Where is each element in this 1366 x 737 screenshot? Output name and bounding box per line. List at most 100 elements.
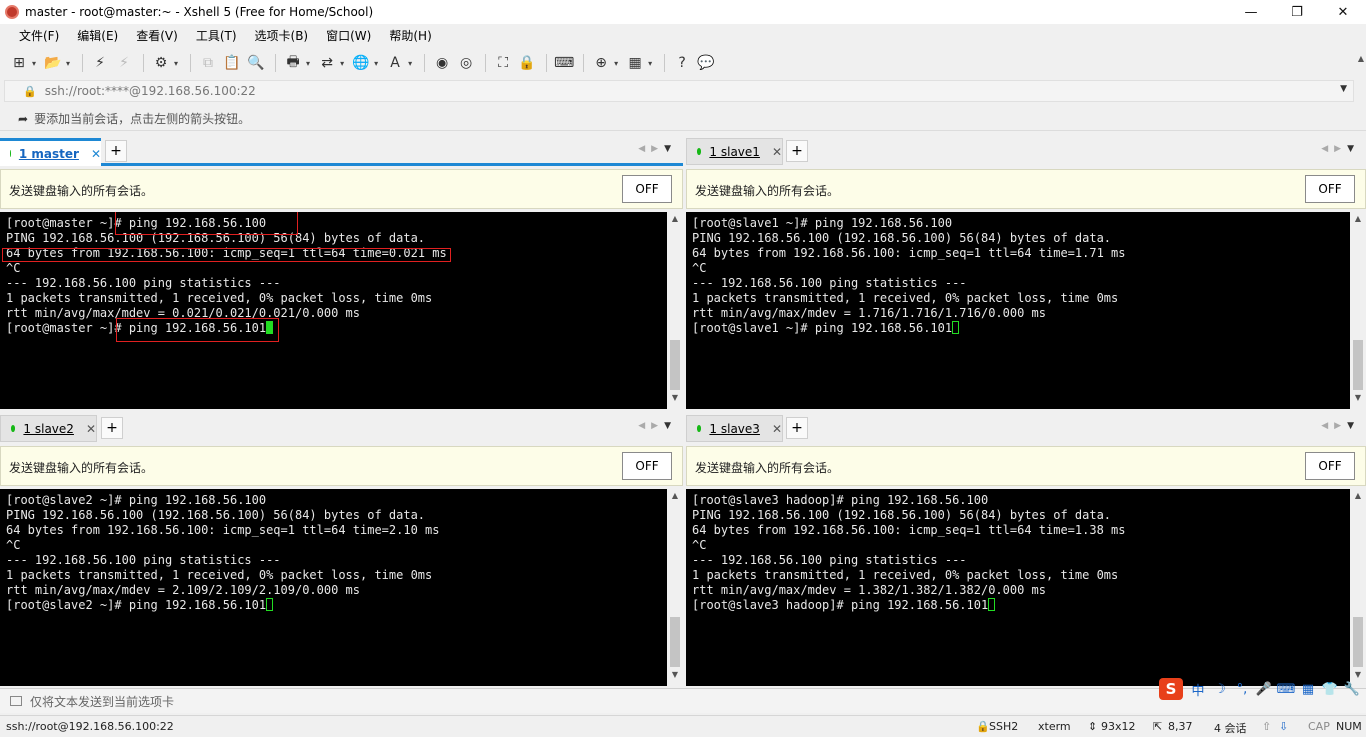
close-tab-icon[interactable]: ✕ xyxy=(86,422,96,436)
add-tab-button[interactable]: + xyxy=(786,140,808,162)
sogou-logo-icon[interactable]: S xyxy=(1159,678,1183,700)
scroll-thumb[interactable] xyxy=(670,340,680,390)
keyboard-icon[interactable]: ⌨ xyxy=(1275,682,1297,697)
tab-scroll-controls[interactable]: ◀▶▼ xyxy=(1321,421,1360,431)
tab-scroll-controls[interactable]: ◀▶▼ xyxy=(1321,144,1360,154)
print-icon[interactable]: 🖶 xyxy=(282,52,304,74)
print-dropdown-icon[interactable]: ▾ xyxy=(306,59,310,68)
scroll-thumb[interactable] xyxy=(1353,340,1363,390)
menu-tabs[interactable]: 选项卡(B) xyxy=(246,27,318,44)
send-all-off-button[interactable]: OFF xyxy=(1305,175,1355,203)
fullscreen-icon[interactable]: ⛶ xyxy=(492,52,514,74)
menu-file[interactable]: 文件(F) xyxy=(10,27,68,44)
maximize-button[interactable]: ❐ xyxy=(1274,0,1320,24)
font-icon[interactable]: A xyxy=(384,52,406,74)
moon-icon[interactable]: ☽ xyxy=(1209,682,1231,697)
close-tab-icon[interactable]: ✕ xyxy=(772,145,782,159)
scroll-down-icon[interactable]: ▼ xyxy=(667,670,683,684)
address-bar[interactable]: 🔒 ssh://root:****@192.168.56.100:22 ▼ xyxy=(4,80,1354,102)
send-all-off-button[interactable]: OFF xyxy=(622,175,672,203)
transfer-icon[interactable]: ⇄ xyxy=(316,52,338,74)
menu-tools[interactable]: 工具(T) xyxy=(187,27,246,44)
session-up-icon[interactable]: ⇧ xyxy=(1262,720,1271,733)
scroll-up-icon[interactable]: ▲ xyxy=(1350,214,1366,228)
minimize-button[interactable]: — xyxy=(1228,0,1274,24)
add-tab-button[interactable]: + xyxy=(101,417,123,439)
send-all-off-button[interactable]: OFF xyxy=(1305,452,1355,480)
session-down-icon[interactable]: ⇩ xyxy=(1279,720,1288,733)
scroll-thumb[interactable] xyxy=(670,617,680,667)
xmanager-icon[interactable]: ◎ xyxy=(455,52,477,74)
terminal-output[interactable]: [root@slave3 hadoop]# ping 192.168.56.10… xyxy=(686,489,1350,686)
scroll-down-icon[interactable]: ▼ xyxy=(1350,393,1366,407)
reconnect-icon[interactable]: ⚡ xyxy=(89,52,111,74)
toolbar-scroll-up-icon[interactable]: ▲ xyxy=(1358,54,1364,63)
scroll-up-icon[interactable]: ▲ xyxy=(667,491,683,505)
microphone-icon[interactable]: 🎤 xyxy=(1253,682,1275,697)
compose-icon[interactable] xyxy=(10,696,22,706)
tab-slave1[interactable]: 1 slave1 ✕ xyxy=(686,138,783,165)
scroll-down-icon[interactable]: ▼ xyxy=(667,393,683,407)
arrow-pointer-icon[interactable]: ➦ xyxy=(18,112,28,126)
keyboard-icon[interactable]: ⌨ xyxy=(553,52,575,74)
open-folder-icon[interactable]: 📂 xyxy=(42,52,64,74)
help-icon[interactable]: ? xyxy=(671,52,693,74)
close-tab-icon[interactable]: ✕ xyxy=(772,422,782,436)
encoding-dropdown-icon[interactable]: ▾ xyxy=(374,59,378,68)
properties-icon[interactable]: ⚙ xyxy=(150,52,172,74)
terminal-line: [root@master ~]# ping 192.168.56.100 xyxy=(6,216,267,230)
tab-scroll-controls[interactable]: ◀▶▼ xyxy=(638,421,677,431)
add-tab-button[interactable]: + xyxy=(786,417,808,439)
close-button[interactable]: ✕ xyxy=(1320,0,1366,24)
open-dropdown-icon[interactable]: ▾ xyxy=(66,59,70,68)
tab-slave3[interactable]: 1 slave3 ✕ xyxy=(686,415,783,442)
punctuation-icon[interactable]: °, xyxy=(1231,682,1253,697)
tab-scroll-controls[interactable]: ◀▶▼ xyxy=(638,144,677,154)
copy-icon[interactable]: ⧉ xyxy=(197,52,219,74)
tab-slave2[interactable]: 1 slave2 ✕ xyxy=(0,415,97,442)
disconnect-icon[interactable]: ⚡ xyxy=(113,52,135,74)
grid-icon[interactable]: ▦ xyxy=(1297,682,1319,697)
paste-icon[interactable]: 📋 xyxy=(221,52,243,74)
chat-icon[interactable]: 💬 xyxy=(695,52,717,74)
layout-icon[interactable]: ▦ xyxy=(624,52,646,74)
status-protocol: SSH2 xyxy=(989,720,1019,733)
lock-icon[interactable]: 🔒 xyxy=(516,52,538,74)
new-tab-dropdown-icon[interactable]: ▾ xyxy=(614,59,618,68)
vertical-scrollbar[interactable]: ▲ ▼ xyxy=(1350,489,1366,686)
scroll-thumb[interactable] xyxy=(1353,617,1363,667)
compose-text[interactable]: 仅将文本发送到当前选项卡 xyxy=(30,693,174,710)
font-dropdown-icon[interactable]: ▾ xyxy=(408,59,412,68)
tab-master[interactable]: 1 master ✕ xyxy=(0,138,101,166)
send-all-off-button[interactable]: OFF xyxy=(622,452,672,480)
new-session-dropdown-icon[interactable]: ▾ xyxy=(32,59,36,68)
xftp-icon[interactable]: ◉ xyxy=(431,52,453,74)
new-tab-icon[interactable]: ⊕ xyxy=(590,52,612,74)
find-icon[interactable]: 🔍 xyxy=(245,52,267,74)
address-text[interactable]: ssh://root:****@192.168.56.100:22 xyxy=(45,84,256,98)
chinese-mode-icon[interactable]: 中 xyxy=(1187,680,1209,699)
vertical-scrollbar[interactable]: ▲ ▼ xyxy=(667,212,683,409)
vertical-scrollbar[interactable]: ▲ ▼ xyxy=(1350,212,1366,409)
wrench-icon[interactable]: 🔧 xyxy=(1341,682,1363,697)
address-dropdown-icon[interactable]: ▼ xyxy=(1340,84,1347,94)
menu-window[interactable]: 窗口(W) xyxy=(317,27,380,44)
terminal-output[interactable]: [root@slave1 ~]# ping 192.168.56.100 PIN… xyxy=(686,212,1350,409)
menu-edit[interactable]: 编辑(E) xyxy=(68,27,127,44)
menu-help[interactable]: 帮助(H) xyxy=(380,27,440,44)
globe-icon[interactable]: 🌐 xyxy=(350,52,372,74)
layout-dropdown-icon[interactable]: ▾ xyxy=(648,59,652,68)
terminal-output[interactable]: [root@slave2 ~]# ping 192.168.56.100 PIN… xyxy=(0,489,667,686)
add-tab-button[interactable]: + xyxy=(105,140,127,162)
terminal-output[interactable]: [root@master ~]# ping 192.168.56.100 PIN… xyxy=(0,212,667,409)
vertical-scrollbar[interactable]: ▲ ▼ xyxy=(667,489,683,686)
menu-view[interactable]: 查看(V) xyxy=(127,27,187,44)
terminal-line: PING 192.168.56.100 (192.168.56.100) 56(… xyxy=(692,508,1112,522)
scroll-up-icon[interactable]: ▲ xyxy=(667,214,683,228)
scroll-up-icon[interactable]: ▲ xyxy=(1350,491,1366,505)
close-tab-icon[interactable]: ✕ xyxy=(91,147,101,161)
transfer-dropdown-icon[interactable]: ▾ xyxy=(340,59,344,68)
properties-dropdown-icon[interactable]: ▾ xyxy=(174,59,178,68)
shirt-icon[interactable]: 👕 xyxy=(1319,682,1341,697)
new-session-icon[interactable]: ⊞ xyxy=(8,52,30,74)
